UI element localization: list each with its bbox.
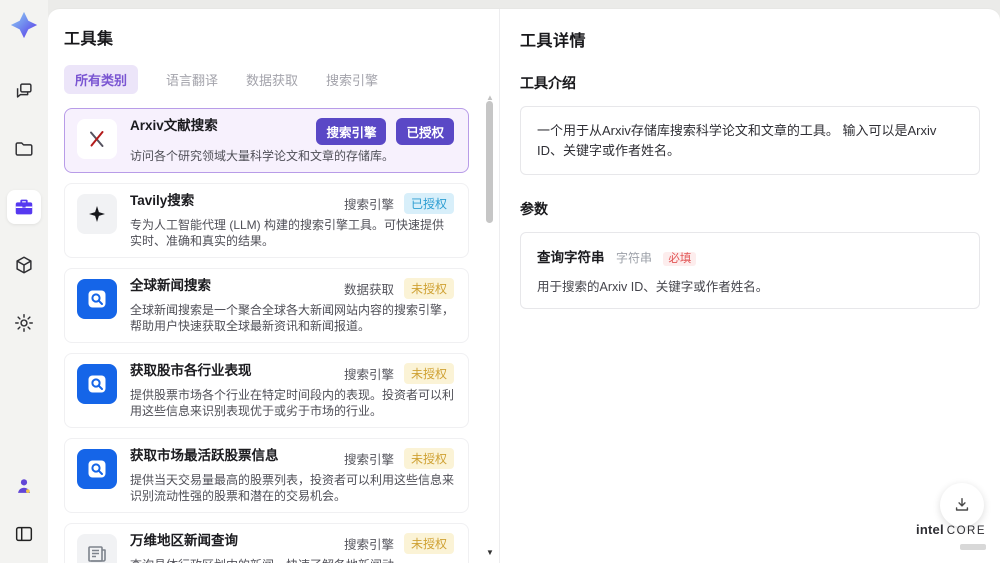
app-sidebar bbox=[0, 0, 48, 563]
tool-card-regional-news[interactable]: 万维地区新闻查询 搜索引擎 未授权 查询具体行政区划内的新闻，快速了解各地新闻动 bbox=[64, 523, 469, 563]
tool-title: 获取市场最活跃股票信息 bbox=[130, 448, 279, 463]
tool-description: 全球新闻搜索是一个聚合全球各大新闻网站内容的搜索引擎，帮助用户快速获取全球最新资… bbox=[130, 303, 455, 333]
tab-search-engine[interactable]: 搜索引擎 bbox=[326, 70, 378, 89]
scrollbar-down-arrow-icon[interactable]: ▼ bbox=[485, 548, 495, 557]
tool-description: 访问各个研究领域大量科学论文和文章的存储库。 bbox=[130, 149, 395, 163]
category-badge: 搜索引擎 bbox=[343, 368, 394, 382]
list-scrollbar[interactable]: ▲ ▼ bbox=[485, 93, 495, 557]
category-tabs: 所有类别 语言翻译 数据获取 搜索引擎 bbox=[64, 65, 469, 94]
arxiv-icon bbox=[77, 119, 117, 159]
param-name: 查询字符串 bbox=[537, 250, 605, 265]
main-content: 工具集 所有类别 语言翻译 数据获取 搜索引擎 Arxiv文献搜索 搜索引擎 已… bbox=[48, 8, 1000, 563]
user-avatar[interactable] bbox=[7, 469, 41, 503]
stock-active-icon bbox=[77, 449, 117, 489]
param-card: 查询字符串 字符串 必填 用于搜索的Arxiv ID、关键字或作者姓名。 bbox=[520, 232, 980, 309]
toolbox-icon bbox=[15, 199, 33, 215]
ultra-mark bbox=[960, 544, 986, 551]
tool-title: 万维地区新闻查询 bbox=[130, 533, 238, 548]
sidebar-item-settings[interactable] bbox=[7, 306, 41, 340]
sidebar-item-tools[interactable] bbox=[7, 190, 41, 224]
panel-toggle[interactable] bbox=[7, 517, 41, 551]
tool-description: 查询具体行政区划内的新闻，快速了解各地新闻动 bbox=[130, 557, 454, 563]
tab-data-acquisition[interactable]: 数据获取 bbox=[246, 70, 298, 89]
tool-details-panel: 工具详情 工具介绍 一个用于从Arxiv存储库搜索科学论文和文章的工具。 输入可… bbox=[500, 9, 1000, 563]
tool-card-stock-sector[interactable]: 获取股市各行业表现 搜索引擎 未授权 提供股票市场各个行业在特定时间段内的表现。… bbox=[64, 353, 469, 428]
news-search-icon bbox=[77, 279, 117, 319]
tool-title: Tavily搜索 bbox=[130, 193, 195, 208]
tab-language-translation[interactable]: 语言翻译 bbox=[166, 70, 218, 89]
tool-list: Arxiv文献搜索 搜索引擎 已授权 访问各个研究领域大量科学论文和文章的存储库… bbox=[64, 108, 469, 563]
sidebar-item-files[interactable] bbox=[7, 132, 41, 166]
auth-status-badge: 未授权 bbox=[403, 363, 454, 384]
intel-core-logo: intel core bbox=[916, 521, 986, 555]
sidebar-item-chat[interactable] bbox=[7, 74, 41, 108]
stock-sector-icon bbox=[77, 364, 117, 404]
tool-card-stock-active[interactable]: 获取市场最活跃股票信息 搜索引擎 未授权 提供当天交易量最高的股票列表，投资者可… bbox=[64, 438, 469, 513]
category-badge: 搜索引擎 bbox=[343, 538, 394, 552]
tool-description: 提供股票市场各个行业在特定时间段内的表现。投资者可以利用这些信息来识别表现优于或… bbox=[130, 388, 455, 418]
scrollbar-thumb[interactable] bbox=[486, 101, 493, 223]
tool-card-tavily[interactable]: Tavily搜索 搜索引擎 已授权 专为人工智能代理 (LLM) 构建的搜索引擎… bbox=[64, 183, 469, 258]
param-type: 字符串 bbox=[615, 251, 652, 265]
category-badge: 搜索引擎 bbox=[343, 198, 394, 212]
app-logo-gem-icon bbox=[9, 10, 39, 40]
category-badge: 搜索引擎 bbox=[316, 118, 387, 145]
folder-icon bbox=[15, 142, 33, 156]
tool-description: 专为人工智能代理 (LLM) 构建的搜索引擎工具。可快速提供实时、准确和真实的结… bbox=[130, 218, 445, 248]
intel-logo-text: intel bbox=[916, 521, 944, 537]
tool-description: 提供当天交易量最高的股票列表，投资者可以利用这些信息来识别流动性强的股票和潜在的… bbox=[130, 473, 455, 503]
details-title: 工具详情 bbox=[520, 33, 587, 50]
regional-news-icon bbox=[77, 534, 117, 563]
auth-status-badge: 已授权 bbox=[396, 118, 454, 145]
chat-icon bbox=[16, 83, 32, 98]
tools-panel: 工具集 所有类别 语言翻译 数据获取 搜索引擎 Arxiv文献搜索 搜索引擎 已… bbox=[48, 9, 500, 563]
sidebar-item-models[interactable] bbox=[7, 248, 41, 282]
category-badge: 搜索引擎 bbox=[343, 453, 394, 467]
tool-card-global-news[interactable]: 全球新闻搜索 数据获取 未授权 全球新闻搜索是一个聚合全球各大新闻网站内容的搜索… bbox=[64, 268, 469, 343]
auth-status-badge: 未授权 bbox=[403, 533, 454, 554]
params-heading: 参数 bbox=[520, 201, 548, 217]
tavily-star-icon bbox=[77, 194, 117, 234]
tab-all-categories[interactable]: 所有类别 bbox=[64, 65, 139, 94]
tool-title: Arxiv文献搜索 bbox=[130, 118, 218, 133]
intro-text: 一个用于从Arxiv存储库搜索科学论文和文章的工具。 输入可以是Arxiv ID… bbox=[520, 106, 980, 175]
user-avatar-icon bbox=[18, 479, 30, 493]
core-logo-text: core bbox=[946, 524, 986, 537]
tool-card-arxiv[interactable]: Arxiv文献搜索 搜索引擎 已授权 访问各个研究领域大量科学论文和文章的存储库… bbox=[64, 108, 469, 173]
tool-title: 获取股市各行业表现 bbox=[130, 363, 252, 378]
download-button[interactable] bbox=[940, 483, 984, 527]
auth-status-badge: 未授权 bbox=[403, 278, 454, 299]
download-icon bbox=[955, 498, 969, 511]
panel-toggle-icon bbox=[15, 526, 33, 542]
cube-icon bbox=[16, 256, 32, 274]
auth-status-badge: 未授权 bbox=[403, 448, 454, 469]
page-title: 工具集 bbox=[64, 31, 114, 48]
settings-gear-icon bbox=[15, 314, 33, 332]
tool-title: 全球新闻搜索 bbox=[130, 278, 211, 293]
param-description: 用于搜索的Arxiv ID、关键字或作者姓名。 bbox=[537, 280, 769, 294]
param-required-badge: 必填 bbox=[663, 252, 697, 266]
auth-status-badge: 已授权 bbox=[403, 193, 454, 214]
category-badge: 数据获取 bbox=[343, 283, 394, 297]
intro-heading: 工具介绍 bbox=[520, 75, 576, 91]
